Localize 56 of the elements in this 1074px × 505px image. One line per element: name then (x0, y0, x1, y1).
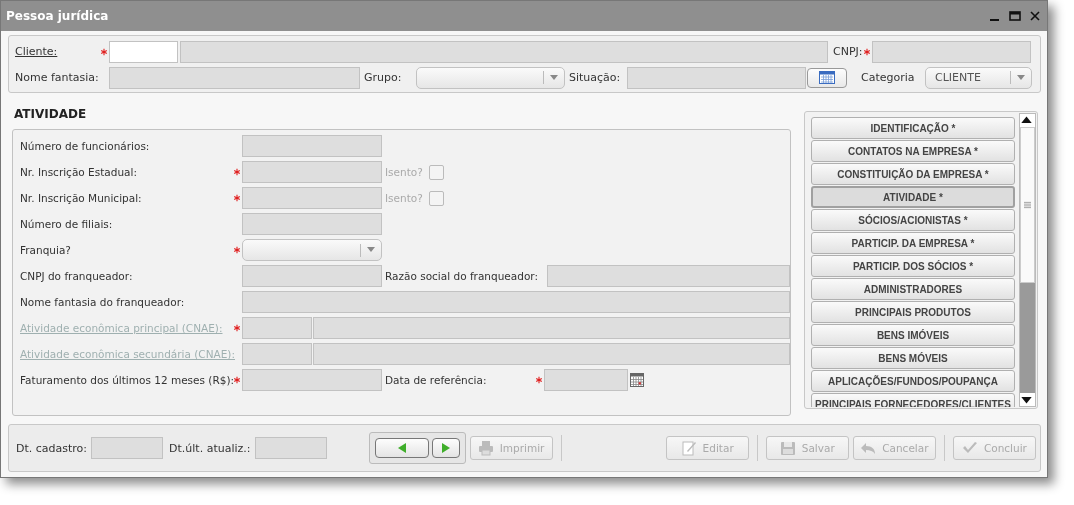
section-tab[interactable]: BENS MÓVEIS (811, 347, 1015, 369)
field-label: Franquia? (20, 244, 72, 256)
section-title: ATIVIDADE (13, 106, 88, 123)
field-label: Grupo: (364, 71, 403, 84)
right-triangle-icon (439, 442, 452, 454)
section-tab[interactable]: ADMINISTRADORES (811, 278, 1015, 300)
section-tab[interactable]: SÓCIOS/ACIONISTAS * (811, 209, 1015, 231)
field-label: Situação: (569, 71, 622, 84)
section-tab[interactable]: CONSTITUIÇÃO DA EMPRESA * (811, 163, 1015, 185)
dropdown[interactable] (416, 66, 565, 89)
field-label: Nome fantasia: (15, 71, 100, 84)
close-icon[interactable] (1029, 10, 1041, 22)
previous-button[interactable] (374, 438, 429, 458)
field-label: Dt.últ. atualiz.: (169, 441, 251, 455)
section-tab[interactable]: ATIVIDADE * (811, 186, 1015, 208)
pencil-icon (680, 440, 697, 456)
caret-icon (367, 247, 375, 253)
field-label: Razão social do franqueador: (384, 270, 539, 282)
calendar-icon (819, 71, 835, 84)
grip-icon[interactable] (1024, 201, 1031, 210)
caret-icon (1017, 74, 1025, 81)
field-label: Dt. cadastro: (16, 441, 88, 455)
checkbox[interactable] (429, 164, 444, 180)
calendar-icon[interactable] (630, 373, 644, 387)
checkbox[interactable] (429, 190, 444, 206)
printer-icon (477, 440, 494, 456)
input-field[interactable] (109, 40, 178, 63)
section-tab[interactable]: BENS IMÓVEIS (811, 324, 1015, 346)
field-label: Faturamento dos últimos 12 meses (R$): (20, 374, 233, 386)
field-label: Data de referência: (384, 374, 488, 386)
window-title: Pessoa jurídica (6, 9, 109, 23)
section-tab[interactable]: PRINCIPAIS PRODUTOS (811, 301, 1015, 323)
field-label: Categoria (861, 71, 916, 84)
field-label[interactable]: Cliente: (15, 45, 100, 58)
field-label: CNPJ: (833, 45, 863, 58)
calendar-button[interactable] (807, 67, 847, 88)
caret-icon (550, 74, 558, 81)
scrollbar[interactable] (1019, 113, 1036, 407)
next-button[interactable] (431, 438, 460, 458)
field-label: Nome fantasia do franqueador: (20, 296, 186, 308)
section-tab[interactable]: IDENTIFICAÇÃO * (811, 117, 1015, 139)
maximize-icon[interactable] (1009, 10, 1021, 22)
section-tab[interactable]: APLICAÇÕES/FUNDOS/POUPANÇA (811, 370, 1015, 392)
dropdown[interactable] (242, 239, 382, 261)
field-label: Número de funcionários: (20, 140, 151, 152)
checkbox-label: Isento? (385, 166, 424, 178)
checkbox-label: Isento? (385, 192, 424, 204)
field-label: CNPJ do franqueador: (20, 270, 134, 282)
section-tab[interactable]: CONTATOS NA EMPRESA * (811, 140, 1015, 162)
section-tab[interactable]: PRINCIPAIS FORNECEDORES/CLIENTES (811, 393, 1015, 407)
field-label: Número de filiais: (20, 218, 114, 230)
dropdown[interactable]: CLIENTE (925, 66, 1032, 89)
section-tab[interactable]: PARTICIP. DOS SÓCIOS * (811, 255, 1015, 277)
section-tab[interactable]: PARTICIP. DA EMPRESA * (811, 232, 1015, 254)
field-label: Nr. Inscrição Estadual: (20, 166, 138, 178)
field-label: Nr. Inscrição Municipal: (20, 192, 143, 204)
